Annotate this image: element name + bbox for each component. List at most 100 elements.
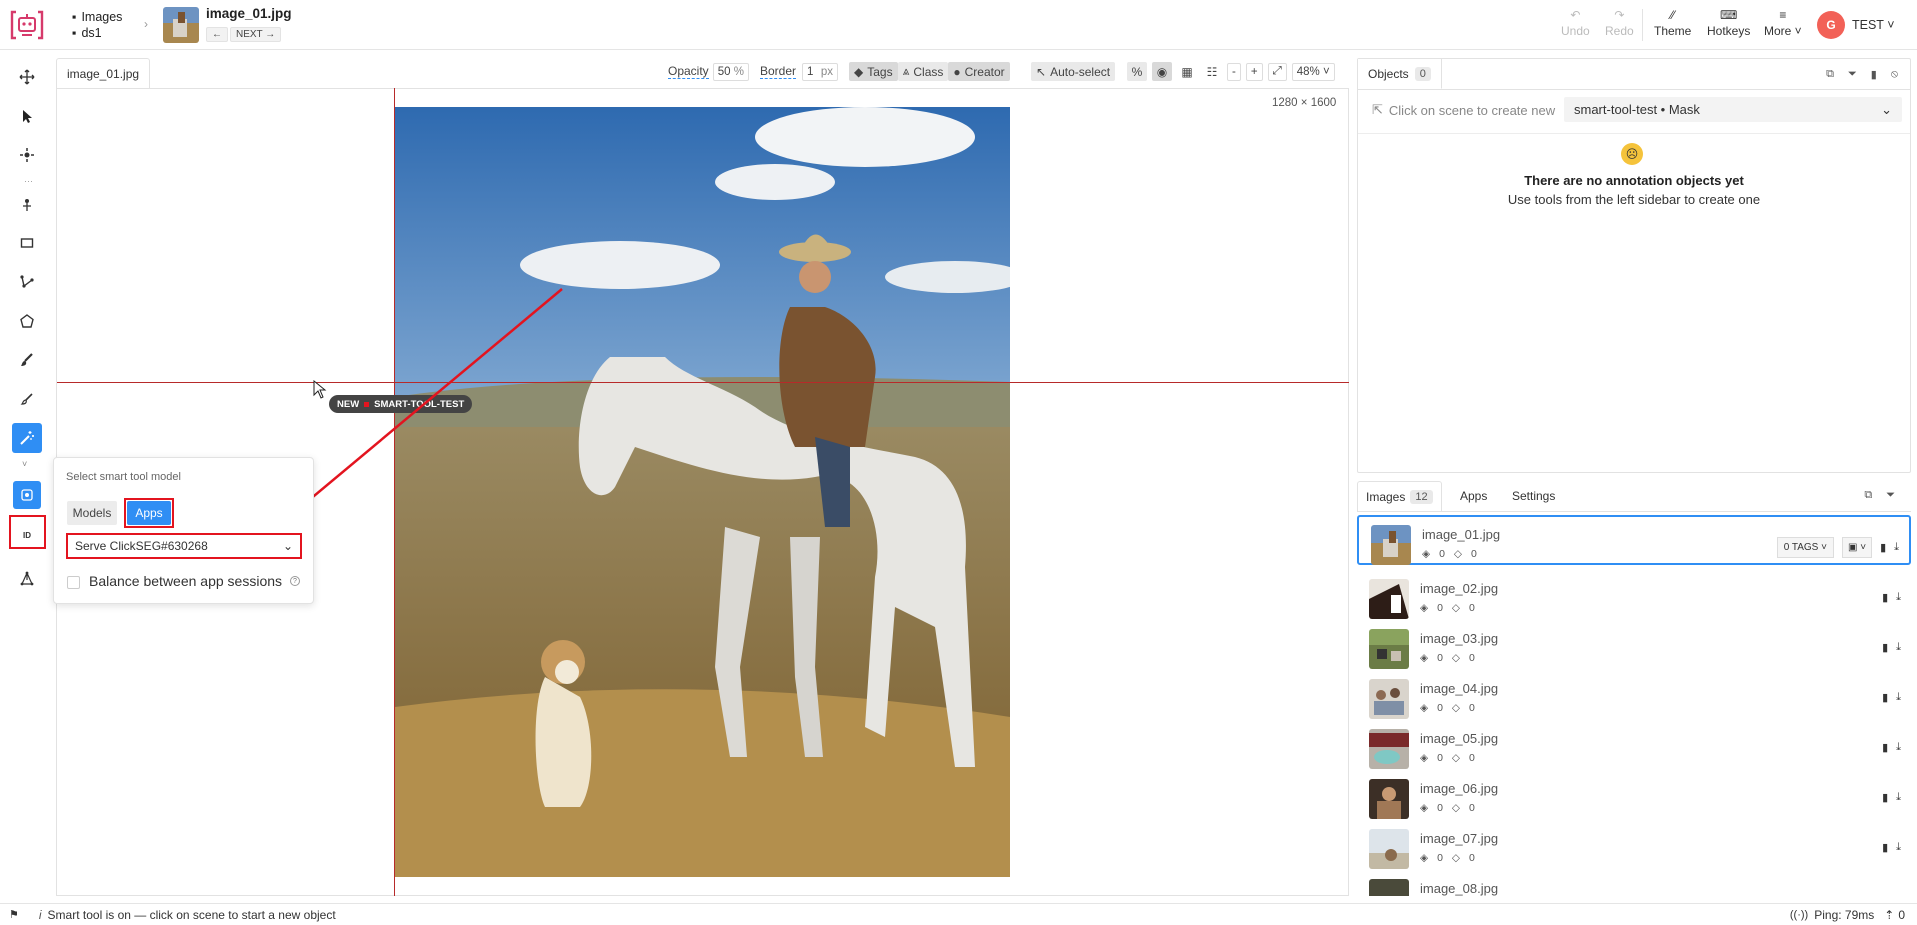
rectangle-tool-button[interactable]	[12, 228, 42, 258]
zoom-out-button[interactable]: -	[1227, 62, 1241, 81]
list-item[interactable]: image_01.jpg ◈ 0 ◇ 0 0 TAGS ˅ ▣ ˅ ▮ ⤓	[1357, 515, 1911, 565]
delete-icon[interactable]: ▮	[1882, 641, 1888, 654]
help-icon[interactable]: ?	[290, 576, 300, 586]
status-bar: ⚑ i Smart tool is on — click on scene to…	[0, 903, 1917, 925]
delete-icon[interactable]: ▮	[1882, 591, 1888, 604]
point-tool-button[interactable]	[12, 189, 42, 219]
smart-tool-button[interactable]	[12, 423, 42, 453]
copy-icon[interactable]: ⧉	[1864, 489, 1872, 502]
flag-icon[interactable]: ⚑	[9, 908, 19, 921]
prev-image-button[interactable]: ←	[206, 27, 228, 42]
download-icon[interactable]: ⤓	[1896, 591, 1901, 604]
download-icon[interactable]: ⤓	[1896, 741, 1901, 754]
undo-icon: ↶	[1570, 8, 1581, 22]
popup-title: Select smart tool model	[66, 471, 181, 483]
image-thumbnail	[1369, 579, 1409, 619]
visibility-icon[interactable]: ⦸	[1891, 68, 1898, 81]
delete-icon[interactable]: ▮	[1882, 691, 1888, 704]
class-color-dot	[364, 401, 370, 407]
filter-icon[interactable]: ⏷	[1886, 489, 1895, 502]
objects-count-icon: ◈	[1422, 548, 1431, 560]
copy-icon[interactable]: ⧉	[1826, 68, 1834, 81]
brush-tool-button[interactable]	[12, 345, 42, 375]
select-tool-button[interactable]	[12, 101, 42, 131]
hamburger-icon: ≡	[1779, 8, 1787, 22]
objects-count-icon: ◈	[1420, 852, 1429, 864]
delete-icon[interactable]: ▮	[1871, 68, 1877, 81]
zoom-in-button[interactable]: +	[1245, 62, 1263, 81]
tags-count-icon: ◇	[1451, 652, 1460, 664]
breadcrumb-project[interactable]: ▪ Images	[72, 9, 122, 25]
palette-icon[interactable]: ◉	[1152, 62, 1172, 81]
tab-apps-panel[interactable]: Apps	[1460, 489, 1487, 503]
download-icon[interactable]: ⤓	[1896, 691, 1901, 704]
pan-tool-button[interactable]	[12, 62, 42, 92]
class-select[interactable]: smart-tool-test • Mask ⌄	[1564, 97, 1902, 122]
eraser-tool-button[interactable]	[12, 384, 42, 414]
list-item[interactable]: image_05.jpg ◈ 0 ◇ 0 ▮ ⤓	[1357, 721, 1911, 771]
download-icon[interactable]: ⤓	[1894, 541, 1899, 554]
polyline-tool-button[interactable]	[12, 267, 42, 297]
tab-objects[interactable]: Objects 0	[1358, 59, 1442, 89]
app-logo-icon[interactable]	[8, 8, 46, 42]
undo-button[interactable]: ↶ Undo	[1561, 8, 1590, 38]
tab-models[interactable]: Models	[67, 501, 117, 525]
filter-icon[interactable]: ⏷	[1848, 68, 1857, 81]
tab-image-01[interactable]: image_01.jpg	[56, 58, 151, 88]
objects-count-icon: ◈	[1420, 602, 1429, 614]
polygon-tool-button[interactable]	[12, 306, 42, 336]
delete-icon[interactable]: ▮	[1882, 791, 1888, 804]
list-item[interactable]: image_06.jpg ◈ 0 ◇ 0 ▮ ⤓	[1357, 771, 1911, 821]
smart-tool-model-button[interactable]	[13, 481, 41, 509]
opacity-control[interactable]: Opacity 50 %	[668, 62, 749, 81]
next-image-button[interactable]: NEXT →	[230, 27, 282, 42]
download-icon[interactable]: ⤓	[1896, 641, 1901, 654]
balance-checkbox[interactable]	[67, 576, 80, 589]
drag-points-tool-button[interactable]	[12, 140, 42, 170]
delete-icon[interactable]: ▮	[1882, 741, 1888, 754]
tab-settings[interactable]: Settings	[1512, 489, 1555, 503]
graph-tool-button[interactable]	[12, 564, 42, 594]
class-toggle[interactable]: ⩓ Class	[897, 62, 949, 81]
autoselect-toggle[interactable]: ↖ Auto-select	[1031, 62, 1116, 81]
create-hint: ⇱ Click on scene to create new	[1372, 102, 1556, 118]
list-item[interactable]: image_03.jpg ◈ 0 ◇ 0 ▮ ⤓	[1357, 621, 1911, 671]
tags-toggle[interactable]: ◆ Tags	[849, 62, 898, 81]
list-settings-icon[interactable]: ☷	[1202, 62, 1222, 81]
upload-icon: ⇡	[1884, 907, 1895, 922]
delete-icon[interactable]: ▮	[1880, 541, 1886, 554]
border-control[interactable]: Border 1 px	[760, 62, 839, 81]
download-icon[interactable]: ⤓	[1896, 841, 1901, 854]
delete-icon[interactable]: ▮	[1882, 841, 1888, 854]
tags-dropdown-button[interactable]: 0 TAGS ˅	[1776, 537, 1834, 558]
connection-icon: ((·))	[1789, 908, 1809, 921]
more-menu-button[interactable]: ≡ More ˅	[1764, 8, 1802, 38]
upload-count: 0	[1898, 907, 1905, 922]
opacity-input[interactable]: 50 %	[712, 62, 749, 81]
status-dropdown-button[interactable]: ▣ ˅	[1841, 537, 1873, 558]
breadcrumb-dataset[interactable]: ▪ ds1	[72, 25, 122, 41]
tab-images[interactable]: Images 12	[1357, 481, 1442, 511]
creator-toggle[interactable]: ● Creator	[948, 62, 1010, 81]
download-icon[interactable]: ⤓	[1896, 791, 1901, 804]
objects-count-icon: ◈	[1420, 652, 1429, 664]
redo-button[interactable]: ↷ Redo	[1605, 8, 1634, 38]
point-icon	[23, 199, 31, 211]
hotkeys-button[interactable]: ⌨ Hotkeys	[1707, 8, 1750, 38]
scene-image[interactable]	[395, 107, 1010, 877]
list-item[interactable]: image_07.jpg ◈ 0 ◇ 0 ▮ ⤓	[1357, 821, 1911, 871]
avatar[interactable]: G	[1817, 11, 1845, 39]
user-menu[interactable]: TEST ˅	[1852, 18, 1895, 32]
border-input[interactable]: 1 px	[802, 62, 839, 81]
image-thumbnail	[1369, 829, 1409, 869]
empty-title: There are no annotation objects yet	[1524, 173, 1744, 188]
fit-screen-icon[interactable]: ⤢	[1267, 62, 1287, 81]
list-item[interactable]: image_04.jpg ◈ 0 ◇ 0 ▮ ⤓	[1357, 671, 1911, 721]
percent-icon[interactable]: %	[1127, 62, 1147, 81]
checkerboard-icon[interactable]: ▦	[1177, 62, 1197, 81]
breadcrumb: ▪ Images ▪ ds1	[72, 9, 122, 41]
list-item[interactable]: image_08.jpg	[1357, 871, 1911, 896]
zoom-select[interactable]: 48% ˅	[1291, 62, 1335, 81]
theme-button[interactable]: ⁄⁄ Theme	[1654, 8, 1691, 38]
list-item[interactable]: image_02.jpg ◈ 0 ◇ 0 ▮ ⤓	[1357, 571, 1911, 621]
